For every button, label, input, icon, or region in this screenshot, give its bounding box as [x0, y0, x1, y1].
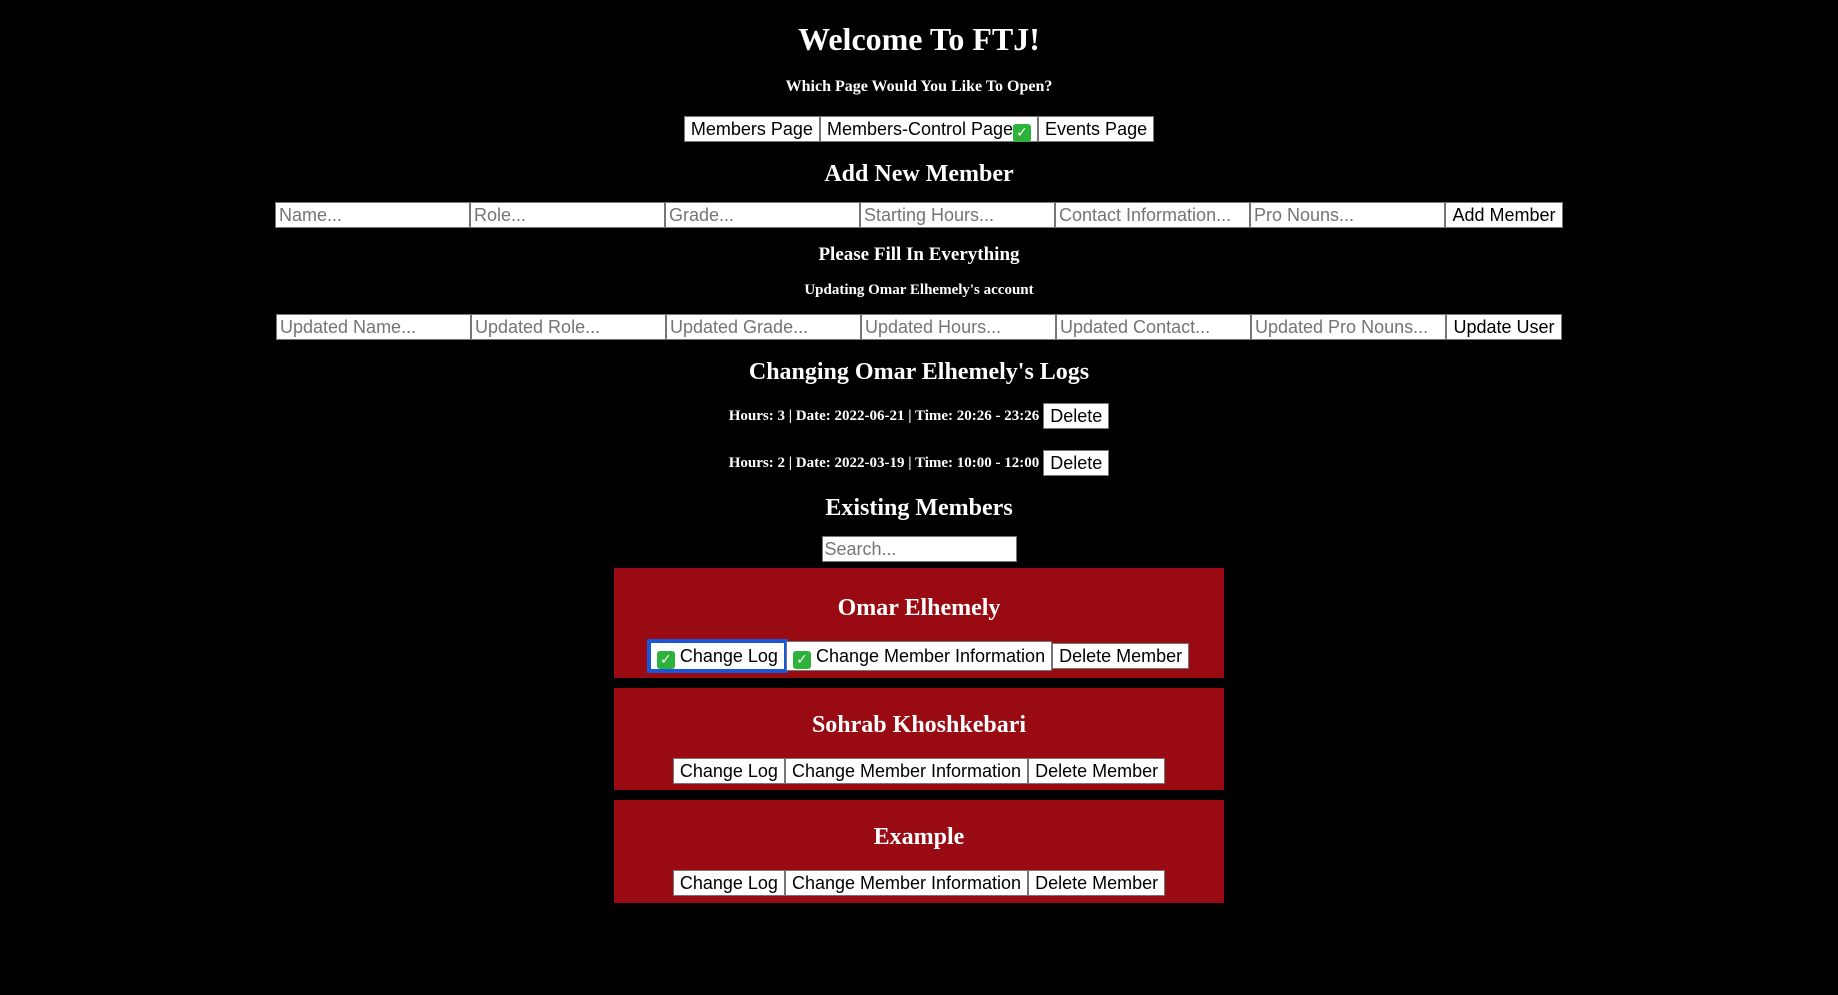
existing-members-heading: Existing Members	[825, 495, 1013, 521]
updated-hours-input[interactable]	[861, 314, 1056, 340]
add-member-form: Add Member	[0, 202, 1838, 228]
delete-member-button[interactable]: Delete Member	[1028, 870, 1166, 896]
member-actions: Change Log Change Member Information Del…	[614, 870, 1224, 896]
updating-notice: Updating Omar Elhemely's account	[804, 282, 1034, 298]
members-page-label: Members Page	[690, 119, 813, 139]
member-card: Sohrab Khoshkebari Change Log Change Mem…	[614, 688, 1224, 790]
member-card: Omar Elhemely ✓ Change Log ✓ Change Memb…	[614, 568, 1224, 678]
change-log-button[interactable]: ✓ Change Log	[646, 639, 788, 673]
member-actions: Change Log Change Member Information Del…	[614, 758, 1224, 784]
delete-log-button[interactable]: Delete	[1043, 403, 1110, 429]
members-control-page-button[interactable]: Members-Control Page ✓	[819, 116, 1039, 142]
members-page-button[interactable]: Members Page	[683, 116, 820, 142]
log-entry: Hours: 3 | Date: 2022-06-21 | Time: 20:2…	[0, 403, 1838, 429]
search-wrap	[0, 536, 1838, 562]
updated-name-input[interactable]	[276, 314, 471, 340]
member-name: Omar Elhemely	[837, 595, 1001, 621]
updated-grade-input[interactable]	[666, 314, 861, 340]
events-page-button[interactable]: Events Page	[1038, 116, 1155, 142]
starting-hours-input[interactable]	[860, 202, 1055, 228]
change-member-info-button[interactable]: Change Member Information	[784, 758, 1029, 784]
check-icon: ✓	[656, 650, 675, 669]
page-title: Welcome To FTJ!	[798, 21, 1040, 57]
change-member-info-button[interactable]: Change Member Information	[784, 870, 1029, 896]
delete-member-button[interactable]: Delete Member	[1052, 643, 1190, 669]
name-input[interactable]	[275, 202, 470, 228]
update-member-form: Update User	[0, 314, 1838, 340]
fill-notice: Please Fill In Everything	[818, 244, 1020, 265]
member-name: Example	[873, 824, 965, 850]
log-entry-text: Hours: 3 | Date: 2022-06-21 | Time: 20:2…	[728, 407, 1040, 424]
events-page-label: Events Page	[1045, 119, 1148, 139]
check-icon: ✓	[792, 650, 811, 669]
add-member-button[interactable]: Add Member	[1445, 202, 1563, 228]
logs-heading: Changing Omar Elhemely's Logs	[748, 359, 1090, 385]
role-input[interactable]	[470, 202, 665, 228]
change-member-info-button[interactable]: ✓ Change Member Information	[785, 641, 1053, 671]
change-log-button[interactable]: Change Log	[672, 758, 785, 784]
updated-contact-input[interactable]	[1056, 314, 1251, 340]
members-control-page-label: Members-Control Page	[826, 119, 1014, 139]
search-input[interactable]	[821, 536, 1017, 562]
page-nav: Members Page Members-Control Page ✓ Event…	[0, 116, 1838, 142]
check-icon: ✓	[1013, 124, 1032, 142]
change-log-label: Change Log	[679, 645, 778, 666]
page-subtitle: Which Page Would You Like To Open?	[785, 78, 1053, 95]
updated-role-input[interactable]	[471, 314, 666, 340]
log-entry: Hours: 2 | Date: 2022-03-19 | Time: 10:0…	[0, 450, 1838, 476]
log-entry-text: Hours: 2 | Date: 2022-03-19 | Time: 10:0…	[728, 454, 1040, 471]
delete-log-button[interactable]: Delete	[1043, 450, 1110, 476]
add-member-heading: Add New Member	[824, 161, 1014, 187]
member-name: Sohrab Khoshkebari	[811, 712, 1027, 738]
member-actions: ✓ Change Log ✓ Change Member Information…	[614, 639, 1224, 673]
pronouns-input[interactable]	[1250, 202, 1445, 228]
delete-member-button[interactable]: Delete Member	[1028, 758, 1166, 784]
change-member-info-label: Change Member Information	[815, 645, 1046, 666]
change-log-button[interactable]: Change Log	[672, 870, 785, 896]
member-card: Example Change Log Change Member Informa…	[614, 800, 1224, 903]
page: Welcome To FTJ! Which Page Would You Lik…	[0, 0, 1838, 903]
update-user-button[interactable]: Update User	[1446, 314, 1562, 340]
grade-input[interactable]	[665, 202, 860, 228]
contact-input[interactable]	[1055, 202, 1250, 228]
updated-pronouns-input[interactable]	[1251, 314, 1446, 340]
